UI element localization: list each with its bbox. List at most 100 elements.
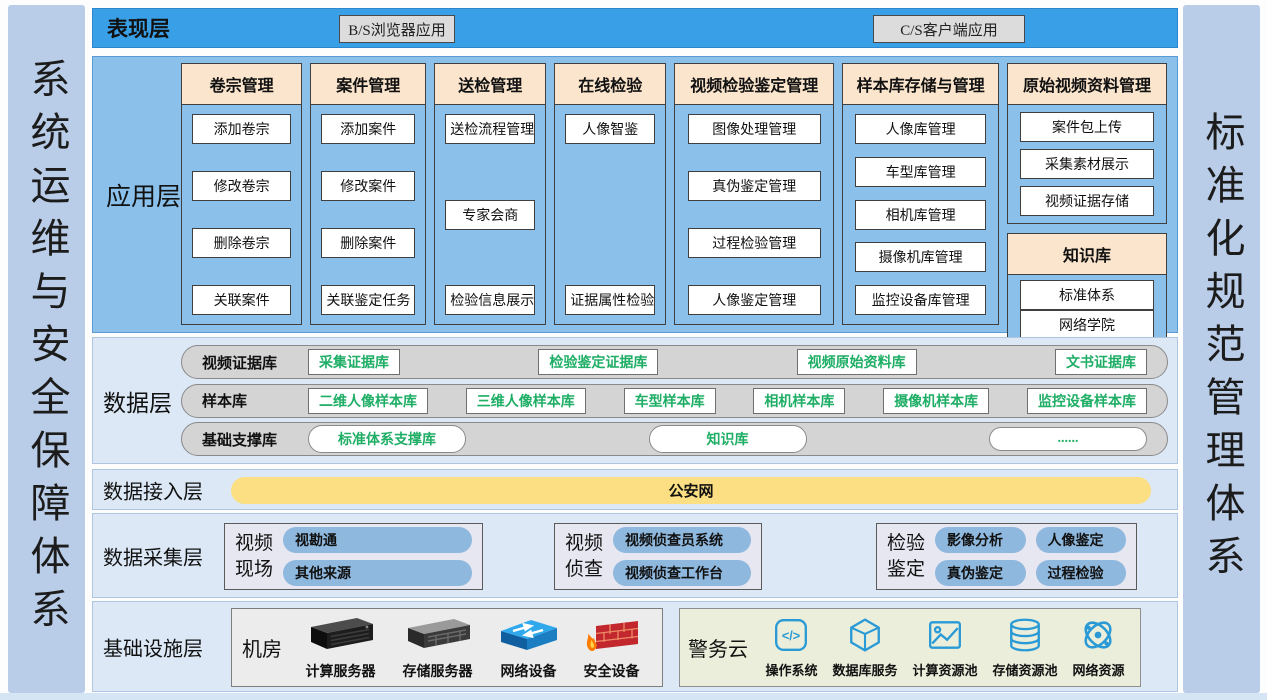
bottom-edge-strip [0, 693, 1267, 700]
data-layer: 数据层 视频证据库 采集证据库 检验鉴定证据库 视频原始资料库 文书证据库 样本… [92, 337, 1178, 464]
svg-text:</>: </> [782, 628, 800, 642]
app-item: 人像智鉴 [565, 114, 655, 144]
app-item: 人像鉴定管理 [688, 285, 821, 315]
source-pill: 视勘通 [283, 527, 472, 553]
source-pill: 视频侦查员系统 [613, 527, 751, 553]
application-columns: 卷宗管理 添加卷宗 修改卷宗 删除卷宗 关联案件 案件管理 添加案件 修改案件 … [181, 63, 1167, 325]
db-pill: ...... [989, 427, 1147, 451]
data-collection-layer: 数据采集层 视频 现场 视勘通 其他来源 视频 侦查 视频侦查员系统 [92, 513, 1178, 598]
app-item: 送检流程管理 [445, 114, 535, 144]
db-pill: 标准体系支撑库 [308, 425, 466, 453]
app-item: 删除案件 [321, 228, 415, 258]
infrastructure-layer-label: 基础设施层 [103, 632, 203, 661]
police-network-bar: 公安网 [231, 477, 1151, 504]
source-pill: 其他来源 [283, 560, 472, 586]
compute-pool-icon [927, 617, 963, 658]
app-item: 添加案件 [321, 114, 415, 144]
video-evidence-db-row: 视频证据库 采集证据库 检验鉴定证据库 视频原始资料库 文书证据库 [181, 345, 1168, 379]
group-label-line: 视频 [235, 531, 273, 557]
app-item: 过程检验管理 [688, 228, 821, 258]
architecture-diagram: 系统运维与安全保障体系 标准化规范管理体系 表现层 B/S浏览器应用 C/S客户… [0, 0, 1267, 700]
column-header: 原始视频资料管理 [1008, 64, 1166, 105]
hw-caption: 存储服务器 [403, 661, 473, 681]
video-scene-group: 视频 现场 视勘通 其他来源 [224, 523, 483, 590]
hw-caption: 安全设备 [584, 661, 640, 681]
group-label-line: 侦查 [565, 557, 603, 583]
group-label-line: 视频 [565, 531, 603, 557]
column-header: 知识库 [1008, 234, 1166, 275]
source-pill: 影像分析 [935, 527, 1025, 553]
app-item: 监控设备库管理 [855, 285, 985, 315]
data-access-layer: 数据接入层 公安网 [92, 469, 1178, 510]
cloud-caption: 操作系统 [765, 660, 817, 679]
compute-server-icon [303, 614, 379, 659]
network-device-icon [497, 614, 561, 659]
app-item: 相机库管理 [855, 200, 985, 230]
security-device-icon [582, 614, 642, 659]
base-support-db-row: 基础支撑库 标准体系支撑库 知识库 ...... [181, 422, 1168, 456]
app-item: 视频证据存储 [1020, 186, 1153, 216]
column-header: 样本库存储与管理 [843, 64, 998, 105]
column-sample-library-mgmt: 样本库存储与管理 人像库管理 车型库管理 相机库管理 摄像机库管理 监控设备库管… [842, 63, 999, 325]
cloud-caption: 网络资源 [1072, 660, 1124, 679]
cloud-caption: 存储资源池 [992, 660, 1057, 679]
machine-room-box: 机房 [231, 608, 663, 687]
app-item: 关联案件 [192, 285, 290, 315]
db-box: 二维人像样本库 [308, 388, 428, 414]
source-pill: 真伪鉴定 [935, 560, 1025, 586]
cloud-caption: 数据库服务 [832, 660, 897, 679]
app-item: 采集素材展示 [1020, 149, 1153, 179]
source-pill: 人像鉴定 [1036, 527, 1127, 553]
left-pillar-title: 系统运维与安全保障体系 [27, 58, 67, 641]
app-item: 添加卷宗 [192, 114, 290, 144]
group-label-line: 检验 [887, 531, 925, 557]
db-pill: 知识库 [649, 425, 807, 453]
db-box: 摄像机样本库 [883, 388, 989, 414]
app-item: 专家会商 [445, 200, 535, 230]
app-item: 关联鉴定任务 [321, 285, 415, 315]
app-item: 删除卷宗 [192, 228, 290, 258]
right-pillar-title: 标准化规范管理体系 [1202, 111, 1242, 588]
db-box: 检验鉴定证据库 [538, 349, 658, 375]
source-pill: 过程检验 [1036, 560, 1127, 586]
column-dossier-mgmt: 卷宗管理 添加卷宗 修改卷宗 删除卷宗 关联案件 [181, 63, 302, 325]
app-item: 网络学院 [1020, 310, 1153, 340]
app-item: 摄像机库管理 [855, 242, 985, 272]
db-box: 车型样本库 [624, 388, 716, 414]
presentation-layer-label: 表现层 [107, 13, 170, 43]
database-service-icon [847, 617, 883, 658]
app-item: 修改卷宗 [192, 171, 290, 201]
inspection-appraisal-group: 检验 鉴定 影像分析 人像鉴定 真伪鉴定 过程检验 [876, 523, 1137, 590]
hw-caption: 计算服务器 [306, 661, 376, 681]
data-collection-layer-label: 数据采集层 [103, 541, 203, 570]
db-box: 文书证据库 [1055, 349, 1147, 375]
application-layer-label: 应用层 [106, 177, 181, 213]
source-pill: 视频侦查工作台 [613, 560, 751, 586]
row-label: 视频证据库 [202, 352, 308, 373]
group-label-line: 现场 [235, 557, 273, 583]
cloud-caption: 计算资源池 [912, 660, 977, 679]
cs-client-app-box: C/S客户端应用 [873, 15, 1025, 43]
application-layer: 应用层 卷宗管理 添加卷宗 修改卷宗 删除卷宗 关联案件 案件管理 添加案件 [92, 56, 1178, 333]
left-pillar: 系统运维与安全保障体系 [8, 5, 85, 693]
network-resource-icon [1080, 617, 1116, 658]
presentation-layer: 表现层 B/S浏览器应用 C/S客户端应用 [92, 8, 1178, 48]
knowledge-base-box: 知识库 标准体系 网络学院 [1007, 233, 1167, 346]
layer-stack: 表现层 B/S浏览器应用 C/S客户端应用 应用层 卷宗管理 添加卷宗 修改卷宗… [92, 6, 1178, 694]
column-header: 送检管理 [435, 64, 545, 105]
column-original-video-track: 原始视频资料管理 案件包上传 采集素材展示 视频证据存储 知识库 标准体系 网络… [1007, 63, 1167, 325]
infrastructure-layer: 基础设施层 机房 [92, 601, 1178, 692]
app-item: 图像处理管理 [688, 114, 821, 144]
db-box: 监控设备样本库 [1027, 388, 1147, 414]
group-label-line: 鉴定 [887, 557, 925, 583]
app-item: 案件包上传 [1020, 112, 1153, 142]
column-submission-mgmt: 送检管理 送检流程管理 专家会商 检验信息展示 [434, 63, 546, 325]
bs-browser-app-box: B/S浏览器应用 [339, 15, 455, 43]
app-item: 检验信息展示 [445, 285, 535, 315]
storage-pool-icon [1007, 617, 1043, 658]
row-label: 基础支撑库 [202, 429, 308, 450]
row-label: 样本库 [202, 390, 308, 411]
app-item: 修改案件 [321, 171, 415, 201]
column-video-forensics-mgmt: 视频检验鉴定管理 图像处理管理 真伪鉴定管理 过程检验管理 人像鉴定管理 [674, 63, 834, 325]
column-header: 在线检验 [555, 64, 665, 105]
